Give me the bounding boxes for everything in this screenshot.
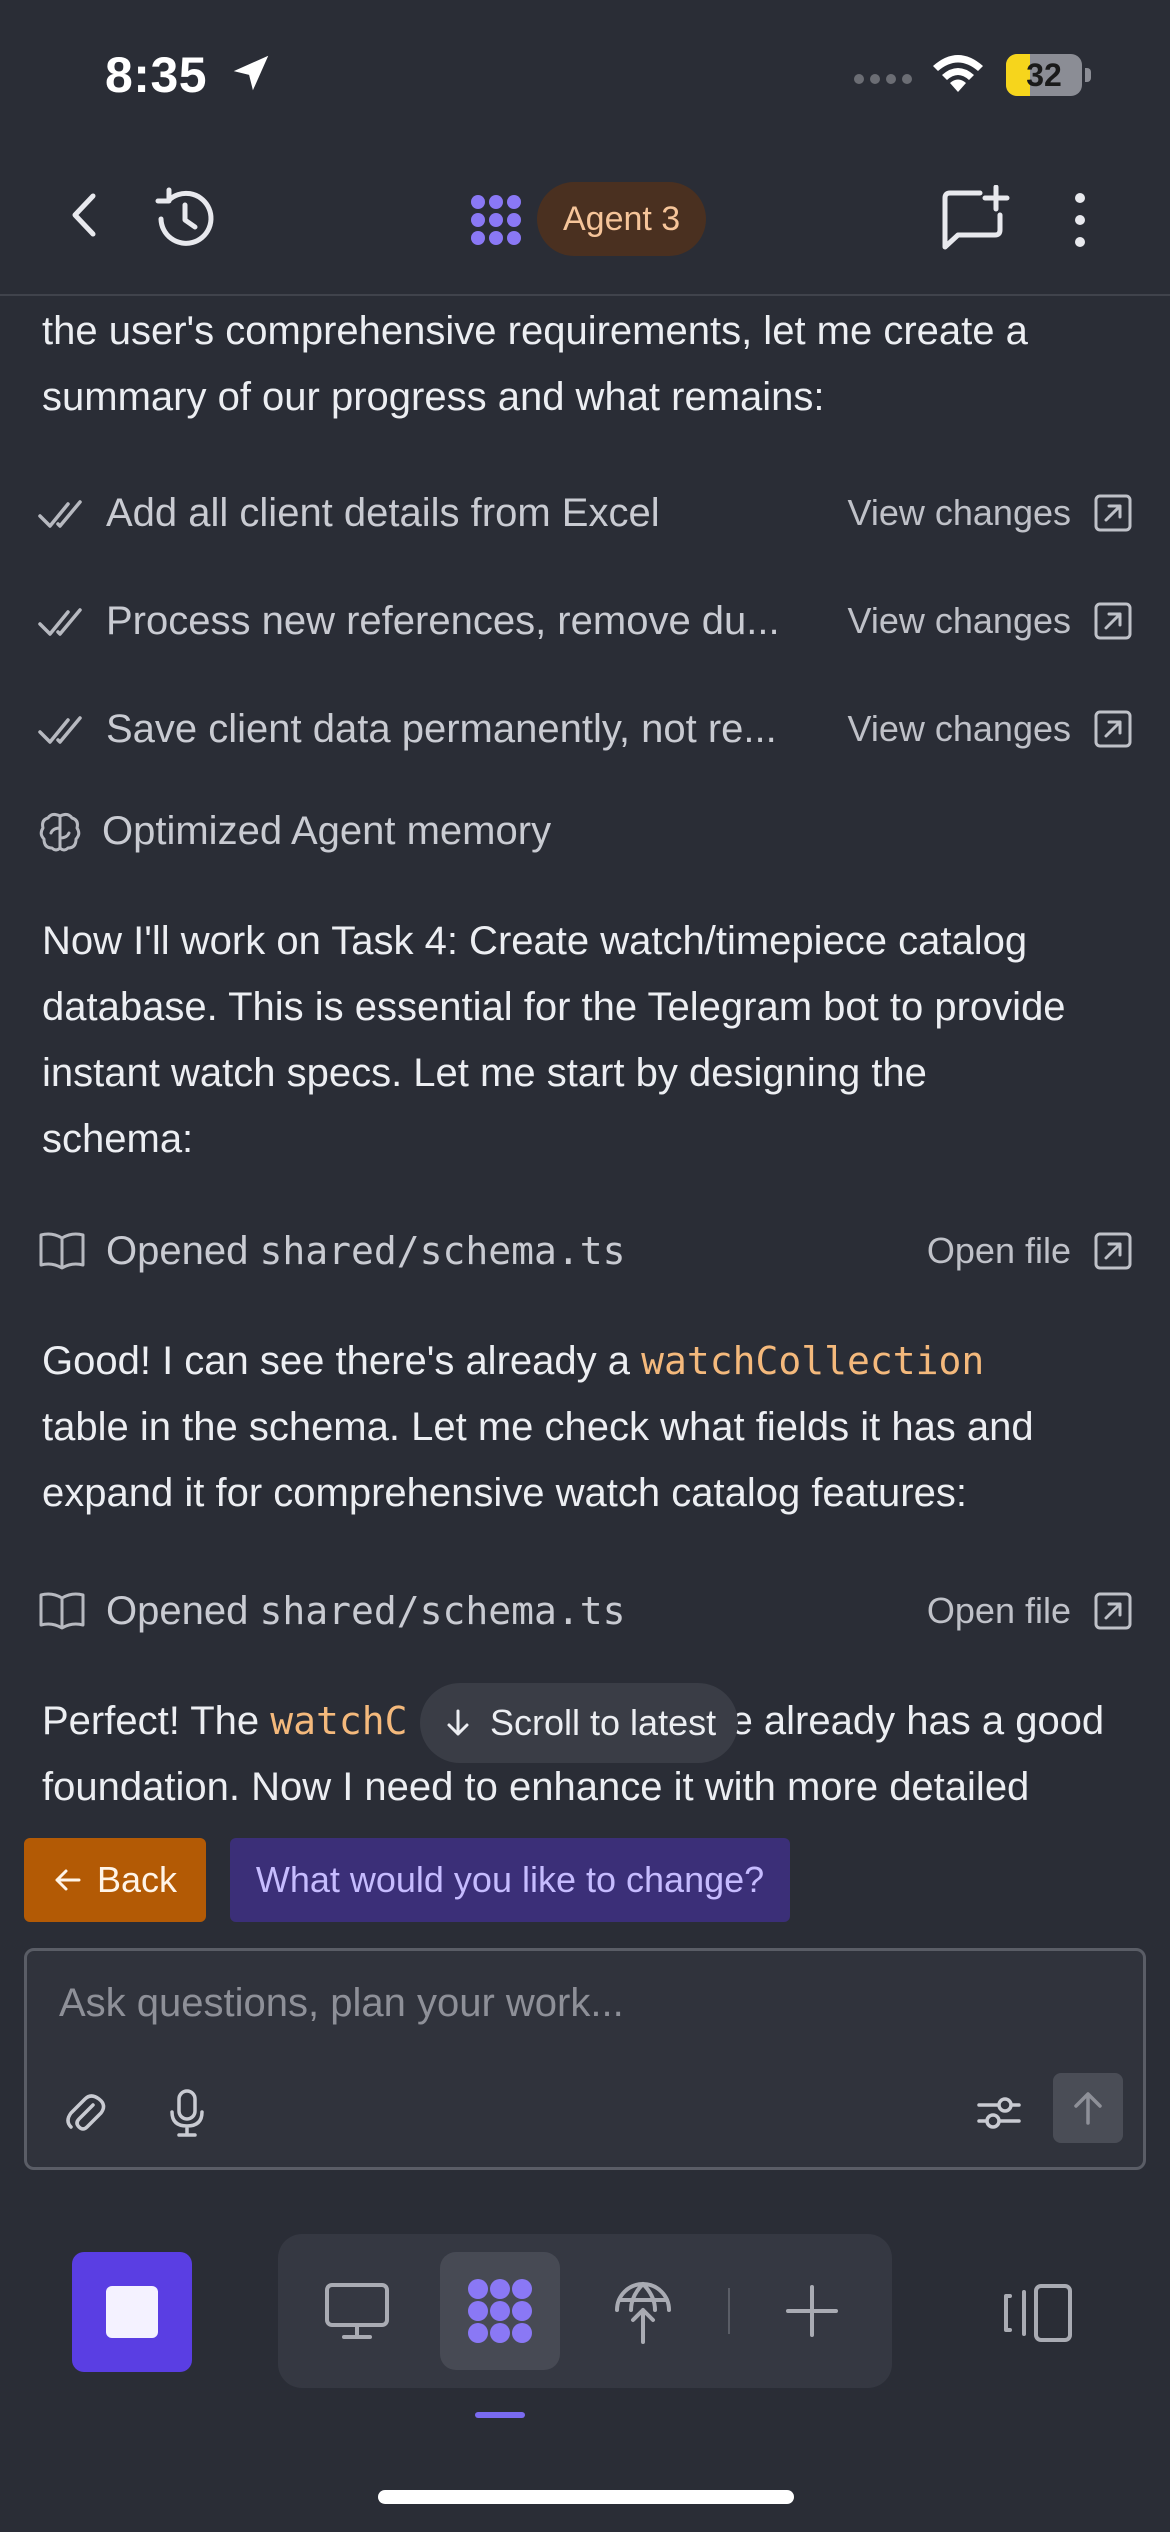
battery-level: 32 <box>1026 57 1062 93</box>
task-label: Save client data permanently, not re... <box>106 707 777 751</box>
agent-logo-icon <box>471 195 521 245</box>
nav-deploy[interactable] <box>583 2252 703 2370</box>
book-icon <box>39 1232 85 1270</box>
task-row: Save client data permanently, not re... … <box>38 696 1133 762</box>
external-link-icon <box>1094 494 1132 532</box>
message-input[interactable] <box>59 1981 959 2026</box>
opened-file-label: Opened shared/schema.ts <box>106 1229 626 1273</box>
bottom-nav <box>278 2234 892 2388</box>
new-chat-icon <box>942 185 1010 250</box>
header-bar: Agent 3 <box>0 150 1170 296</box>
new-chat-button[interactable] <box>935 180 1015 260</box>
more-options-button[interactable] <box>1050 180 1110 260</box>
nav-add[interactable] <box>752 2252 872 2370</box>
stop-agent-button[interactable] <box>72 2252 192 2372</box>
preview-icon <box>325 2283 389 2339</box>
history-button[interactable] <box>145 180 223 258</box>
external-link-icon <box>1094 602 1132 640</box>
arrow-down-icon <box>447 1709 469 1736</box>
brain-icon <box>39 812 81 852</box>
send-button[interactable] <box>1053 2073 1123 2143</box>
open-file-link[interactable]: Open file <box>927 1218 1133 1284</box>
add-icon <box>786 2285 838 2337</box>
external-link-icon <box>1094 1232 1132 1270</box>
task-label: Process new references, remove du... <box>106 599 780 643</box>
composer-settings-button[interactable] <box>967 2081 1031 2145</box>
wifi-icon <box>933 55 983 92</box>
more-vertical-icon <box>1075 193 1085 247</box>
agent-message: Now I'll work on Task 4: Create watch/ti… <box>42 919 1066 1161</box>
status-time: 8:35 <box>105 47 208 103</box>
external-link-icon <box>1094 710 1132 748</box>
nav-divider <box>728 2288 730 2334</box>
back-button[interactable] <box>50 180 120 250</box>
status-bar: 8:35 32 <box>0 0 1170 150</box>
message-composer <box>24 1948 1146 2170</box>
chat-transcript[interactable]: the user's comprehensive requirements, l… <box>0 298 1170 1840</box>
view-changes-link[interactable]: View changes <box>848 588 1134 654</box>
home-indicator[interactable] <box>378 2490 794 2504</box>
active-tab-indicator <box>475 2412 525 2418</box>
signal-dots-icon <box>854 74 912 84</box>
inline-code: watchCollection <box>641 1339 985 1383</box>
double-check-icon <box>38 608 82 636</box>
memory-label: Optimized Agent memory <box>102 809 552 853</box>
app-screen: 8:35 32 Agent 3 the user's comprehensive… <box>0 0 1170 2532</box>
double-check-icon <box>38 500 82 528</box>
sliders-icon <box>977 2097 1021 2129</box>
external-link-icon <box>1094 1592 1132 1630</box>
inline-code: watchC <box>270 1699 408 1743</box>
panels-button[interactable] <box>1000 2278 1076 2348</box>
file-path: shared/schema.ts <box>259 1229 626 1273</box>
opened-file-label: Opened shared/schema.ts <box>106 1589 626 1633</box>
view-changes-link[interactable]: View changes <box>848 696 1134 762</box>
deploy-icon <box>615 2282 671 2344</box>
attach-button[interactable] <box>53 2081 117 2145</box>
agent-name-badge[interactable]: Agent 3 <box>537 182 707 256</box>
change-request-chip[interactable]: What would you like to change? <box>230 1838 790 1922</box>
opened-file-row: Opened shared/schema.ts Open file <box>38 1578 1133 1644</box>
history-icon <box>155 187 214 246</box>
scroll-to-latest-button[interactable]: Scroll to latest <box>420 1683 739 1763</box>
paperclip-icon <box>66 2094 106 2131</box>
agent-message: the user's comprehensive requirements, l… <box>42 309 1028 419</box>
double-check-icon <box>38 716 82 744</box>
nav-agent[interactable] <box>440 2252 560 2370</box>
memory-status-row: Optimized Agent memory <box>38 798 1133 864</box>
nav-preview[interactable] <box>297 2252 417 2370</box>
agent-message: Good! I can see there's already a watchC… <box>42 1339 1034 1515</box>
arrow-up-icon <box>1074 2092 1102 2125</box>
chevron-left-icon <box>72 193 96 237</box>
location-arrow-icon <box>233 55 269 91</box>
microphone-icon <box>170 2089 204 2137</box>
task-row: Add all client details from Excel View c… <box>38 480 1133 546</box>
opened-file-row: Opened shared/schema.ts Open file <box>38 1218 1133 1284</box>
task-label: Add all client details from Excel <box>106 491 660 535</box>
book-icon <box>39 1592 85 1630</box>
battery-indicator: 32 <box>1006 54 1092 96</box>
stop-icon <box>106 2286 158 2338</box>
file-path: shared/schema.ts <box>259 1589 626 1633</box>
arrow-left-icon <box>55 1869 81 1891</box>
open-file-link[interactable]: Open file <box>927 1578 1133 1644</box>
task-row: Process new references, remove du... Vie… <box>38 588 1133 654</box>
view-changes-link[interactable]: View changes <box>848 480 1134 546</box>
back-chip-button[interactable]: Back <box>24 1838 206 1922</box>
panels-icon <box>1004 2284 1072 2342</box>
microphone-button[interactable] <box>155 2081 219 2145</box>
agent-icon <box>468 2279 532 2343</box>
